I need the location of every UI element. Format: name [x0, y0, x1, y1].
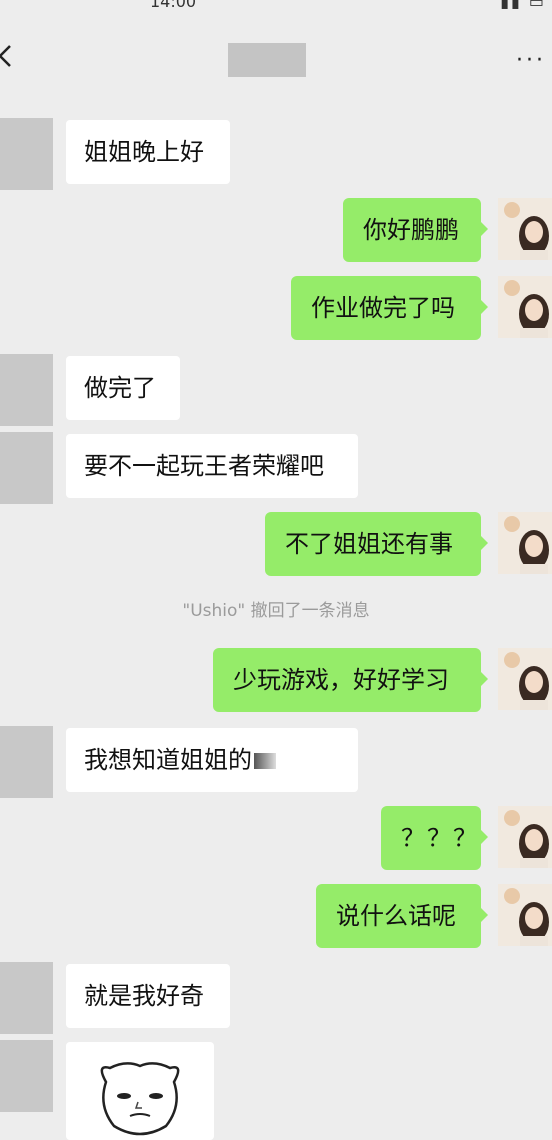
message-bubble-outgoing: ？？？ — [381, 806, 488, 870]
message-bubble-incoming: 做完了 — [66, 356, 180, 420]
message-bubble-incoming: 我想知道姐姐的 — [66, 728, 358, 792]
status-icons: ▮▮ ▭ — [500, 0, 546, 11]
contact-avatar[interactable] — [0, 1040, 53, 1112]
self-avatar[interactable] — [498, 648, 552, 710]
recall-notice: "Ushio" 撤回了一条消息 — [182, 601, 370, 621]
message-bubble-outgoing: 说什么话呢 — [316, 884, 488, 948]
self-avatar[interactable] — [498, 884, 552, 946]
sticker-message[interactable] — [66, 1042, 214, 1140]
self-avatar[interactable] — [498, 512, 552, 574]
back-arrow-icon[interactable] — [0, 42, 20, 70]
message-bubble-outgoing: 作业做完了吗 — [291, 276, 488, 340]
self-avatar[interactable] — [498, 198, 552, 260]
contact-avatar[interactable] — [0, 432, 53, 504]
meme-face-sticker — [100, 1062, 180, 1136]
contact-avatar[interactable] — [0, 354, 53, 426]
contact-avatar[interactable] — [0, 962, 53, 1034]
message-bubble-incoming: 要不一起玩王者荣耀吧 — [66, 434, 358, 498]
chat-header: ··· — [0, 14, 552, 100]
message-bubble-incoming: 姐姐晚上好 — [66, 120, 230, 184]
message-bubble-outgoing: 不了姐姐还有事 — [265, 512, 488, 576]
message-bubble-incoming: 就是我好奇 — [66, 964, 230, 1028]
message-bubble-outgoing: 你好鹏鹏 — [343, 198, 488, 262]
message-text: 我想知道姐姐的 — [84, 746, 252, 774]
chat-title — [228, 43, 306, 77]
self-avatar[interactable] — [498, 806, 552, 868]
status-time: 14:00 — [150, 0, 197, 11]
contact-avatar[interactable] — [0, 726, 53, 798]
status-bar: 14:00 ▮▮ ▭ — [0, 0, 552, 14]
more-dots-icon[interactable]: ··· — [516, 50, 546, 72]
redacted-text — [254, 753, 276, 769]
contact-avatar[interactable] — [0, 118, 53, 190]
self-avatar[interactable] — [498, 276, 552, 338]
message-bubble-outgoing: 少玩游戏，好好学习 — [213, 648, 488, 712]
